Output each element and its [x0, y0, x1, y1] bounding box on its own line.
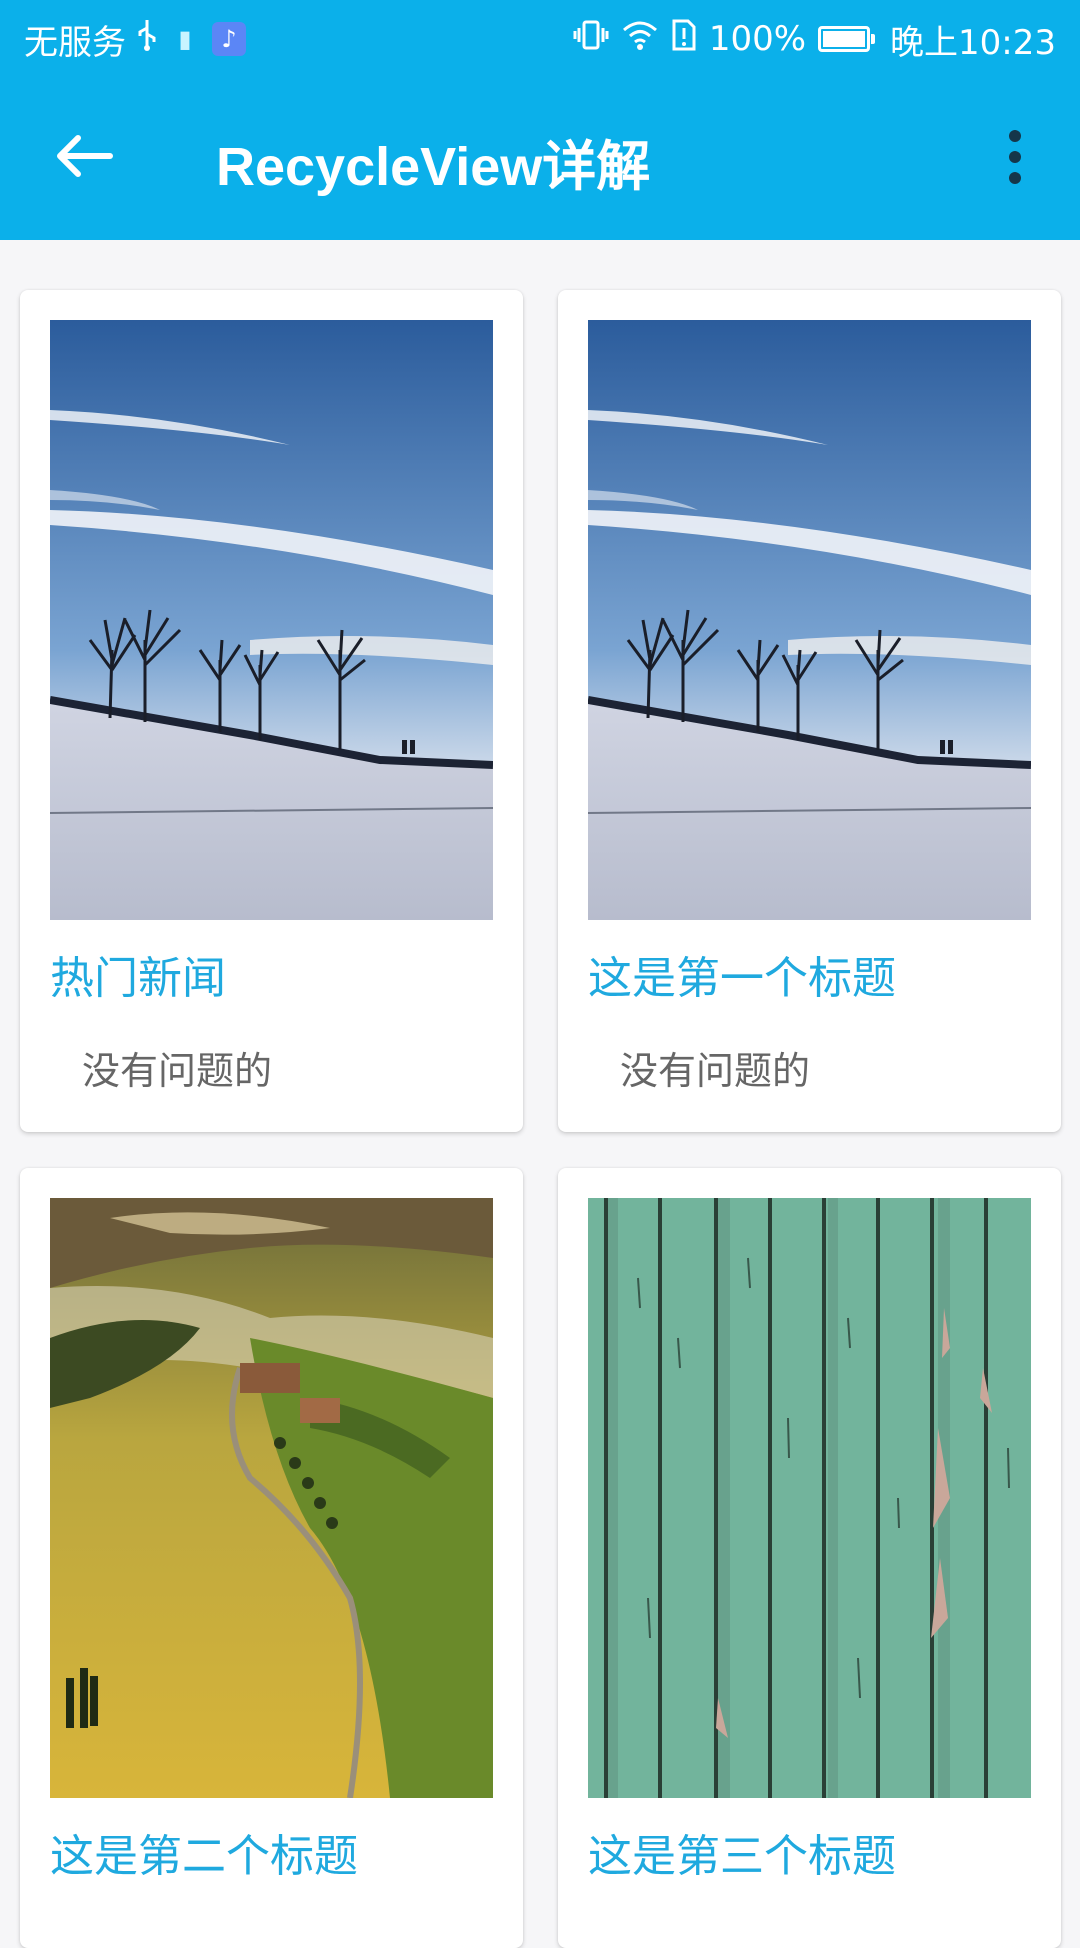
status-right: 100% 晚上10:23 [573, 14, 1056, 64]
card-item[interactable]: 热门新闻 没有问题的 [20, 290, 523, 1132]
card-subtitle: 没有问题的 [82, 1049, 273, 1093]
vibrate-icon [573, 18, 609, 61]
status-left: 无服务 ▮ ♪ [24, 14, 246, 64]
card-image [588, 320, 1031, 920]
arrow-left-icon [57, 135, 113, 177]
book-icon: ▮ [178, 25, 192, 53]
card-title: 这是第三个标题 [588, 1831, 896, 1882]
more-vertical-icon [1009, 130, 1021, 142]
card-item[interactable]: 这是第一个标题 没有问题的 [558, 290, 1061, 1132]
page-title: RecycleView详解 [216, 137, 651, 197]
back-button[interactable] [44, 116, 124, 196]
more-options-button[interactable] [990, 112, 1040, 202]
card-image [588, 1198, 1031, 1798]
clock: 晚上10:23 [890, 22, 1056, 63]
card-image [50, 1198, 493, 1798]
status-bar: 无服务 ▮ ♪ 100% 晚上10:23 [0, 0, 1080, 76]
card-title: 这是第一个标题 [588, 953, 896, 1004]
card-item[interactable]: 这是第二个标题 [20, 1168, 523, 1948]
music-icon: ♪ [212, 22, 246, 56]
card-item[interactable]: 这是第三个标题 [558, 1168, 1061, 1948]
card-image [50, 320, 493, 920]
usb-icon [136, 18, 158, 61]
sim-alert-icon [671, 18, 697, 61]
wifi-icon [621, 18, 659, 61]
battery-icon [818, 26, 876, 52]
carrier-label: 无服务 [24, 22, 126, 63]
app-toolbar: RecycleView详解 [0, 76, 1080, 240]
card-subtitle: 没有问题的 [620, 1049, 811, 1093]
battery-percent: 100% [708, 19, 807, 59]
card-title: 这是第二个标题 [50, 1831, 358, 1882]
card-title: 热门新闻 [50, 953, 226, 1004]
